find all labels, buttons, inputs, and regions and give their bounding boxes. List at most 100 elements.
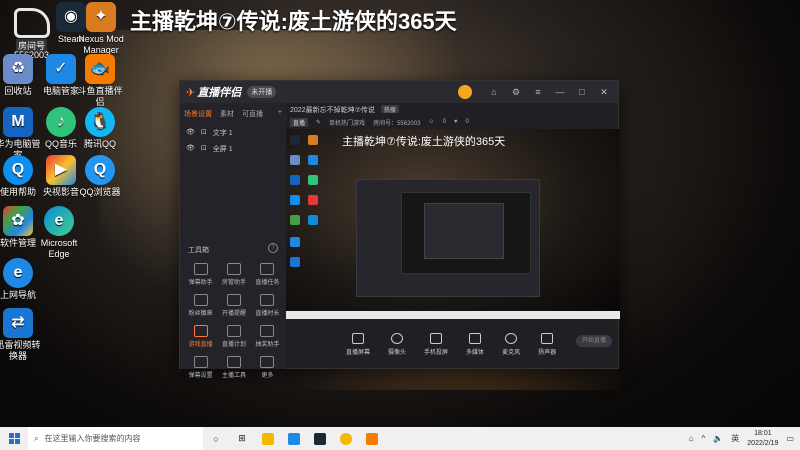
tool-icon [193,263,208,275]
taskbar-app[interactable] [333,427,359,450]
eye-icon[interactable]: 👁 [186,144,195,154]
camera-button[interactable]: 摄像头 [388,332,406,356]
desktop-icon-converter[interactable]: ⇄ 迅雷视频转换器 [0,308,43,362]
gift-icon[interactable]: ⌂ [486,85,502,99]
tool-item[interactable]: 抽奖助手 [251,325,284,348]
viewers-count: 0 [442,119,446,125]
desktop-icon-nexus[interactable]: ✦ Nexus Mod Manager [76,2,126,56]
tool-item[interactable]: 更多 [251,356,284,379]
phone-cast-button[interactable]: 手机投屏 [424,332,448,356]
tool-item[interactable]: 直播任务 [251,263,284,286]
sidebar-tabs: 场景设置 素材 可直播 + [180,103,286,125]
tab-scenes[interactable]: 场景设置 [184,109,212,119]
close-icon[interactable]: ✕ [596,85,612,99]
taskbar-app[interactable] [307,427,333,450]
nested-preview [401,192,531,274]
tool-item[interactable]: 房管助手 [217,263,250,286]
eye-icon[interactable]: 👁 [186,128,195,138]
tool-item[interactable]: 主播工具 [217,356,250,379]
user-avatar[interactable] [458,85,472,99]
tool-icon [193,325,208,337]
app-titlebar[interactable]: ✈ 直播伴侣 未开播 ⌂ ⚙ ≡ — □ ✕ [180,81,618,103]
tool-icon [260,294,275,306]
preview-desktop-icon [290,155,300,165]
taskbar-app[interactable] [255,427,281,450]
taskbar-search[interactable]: ⌕ 在这里输入你要搜索的内容 [28,427,203,450]
nexus-icon [366,432,378,445]
maximize-icon[interactable]: □ [574,85,590,99]
tray-chevron-icon[interactable]: ^ [702,434,706,443]
clock[interactable]: 18:01 2022/2/19 [747,429,778,449]
notification-icon[interactable]: ▭ [786,434,794,443]
stream-preview[interactable]: 主播乾坤⑦传说:废土游侠的365天 [286,129,620,319]
start-button[interactable] [0,427,28,450]
monitor-icon [352,332,364,344]
taskbar-app[interactable] [359,427,385,450]
preview-desktop-icon [290,195,300,205]
nested-app-window [356,179,540,297]
scene-item[interactable]: 👁 ⊡ 文字 1 [180,125,286,141]
cortana-button[interactable]: ○ [203,427,229,450]
category-label[interactable]: 单机热门游戏 [329,118,365,127]
preview-title: 主播乾坤⑦传说:废土游侠的365天 [342,136,506,148]
tool-icon [260,356,275,368]
tab-sources[interactable]: 素材 [220,109,234,119]
preview-desktop-icon [290,215,300,225]
steam-icon [314,432,326,445]
scene-item[interactable]: 👁 ⊡ 全屏 1 [180,141,286,157]
start-live-button[interactable]: 开始直播 [576,335,612,347]
tool-icon [226,294,241,306]
nested-preview-inner [424,203,504,259]
task-view-button[interactable]: ⊞ [229,427,255,450]
edit-icon[interactable]: ✎ [316,119,321,126]
lock-icon[interactable]: ⊡ [201,128,207,138]
file-explorer-icon [262,432,274,445]
tool-item[interactable]: 弹幕助手 [184,263,217,286]
qq-icon: 🐧 [85,107,115,137]
tool-item[interactable]: 开播提醒 [217,294,250,317]
desktop-icon-douyu[interactable]: 🐟 斗鱼直播伴侣 [75,54,125,108]
streaming-app-window[interactable]: ✈ 直播伴侣 未开播 ⌂ ⚙ ≡ — □ ✕ 场景设置 素材 可直播 + 👁 ⊡… [179,80,620,379]
desktop-icon-qq[interactable]: 🐧 腾讯QQ [75,107,125,150]
screen-capture-button[interactable]: 直播屏幕 [346,332,370,356]
network-icon[interactable]: ⌂ [689,434,694,443]
media-button[interactable]: 多媒体 [466,332,484,356]
tool-item[interactable]: 粉丝徽章 [184,294,217,317]
microphone-button[interactable]: 麦克风 [502,332,520,356]
desktop-icon-qq-browser[interactable]: Q QQ浏览器 [75,155,125,198]
source-controls: 直播屏幕 摄像头 手机投屏 多媒体 麦克风 扬声器 [286,319,620,369]
speaker-button[interactable]: 扬声器 [538,332,556,356]
cctv-icon: ▶ [46,155,76,185]
tool-item[interactable]: 直播时长 [251,294,284,317]
desktop-icon-ie[interactable]: e 上网导航 [0,258,43,301]
menu-icon[interactable]: ≡ [530,85,546,99]
desktop-icon-edge[interactable]: e Microsoft Edge [34,206,84,260]
settings-icon[interactable]: ⚙ [508,85,524,99]
scene-label: 全屏 1 [212,146,233,153]
input-method-icon[interactable]: 英 [731,433,739,444]
lock-icon[interactable]: ⊡ [201,144,207,154]
stream-title[interactable]: 2022最新忘不掉乾坤⑦传说 [290,105,375,114]
phone-icon [430,332,443,344]
add-scene-icon[interactable]: + [278,109,282,119]
tool-item[interactable]: 直播计划 [217,325,250,348]
tab-live[interactable]: 可直播 [242,109,263,119]
tool-item[interactable]: 弹幕设置 [184,356,217,379]
minimize-icon[interactable]: — [552,85,568,99]
tool-item[interactable]: 游戏直播 [184,325,217,348]
search-placeholder: 在这里输入你要搜索的内容 [44,434,141,443]
volume-icon[interactable]: 🔈 [713,434,723,443]
windows-taskbar: ⌕ 在这里输入你要搜索的内容 ○ ⊞ ⌂ ^ 🔈 英 18:01 2022/2/… [0,427,800,450]
clock-date: 2022/2/19 [747,439,779,447]
douyu-avatar-icon [340,432,352,445]
help-circle-icon[interactable]: ? [268,243,278,253]
tool-icon [260,325,275,337]
camera-icon [391,332,404,344]
taskbar-app[interactable] [281,427,307,450]
tool-icon [193,294,208,306]
pc-manager-icon: ✓ [46,54,76,84]
preview-desktop-icon [308,195,318,205]
preview-taskbar [286,311,620,319]
app-logo-icon: ✈ [186,86,196,99]
preview-desktop-icon [308,215,318,225]
